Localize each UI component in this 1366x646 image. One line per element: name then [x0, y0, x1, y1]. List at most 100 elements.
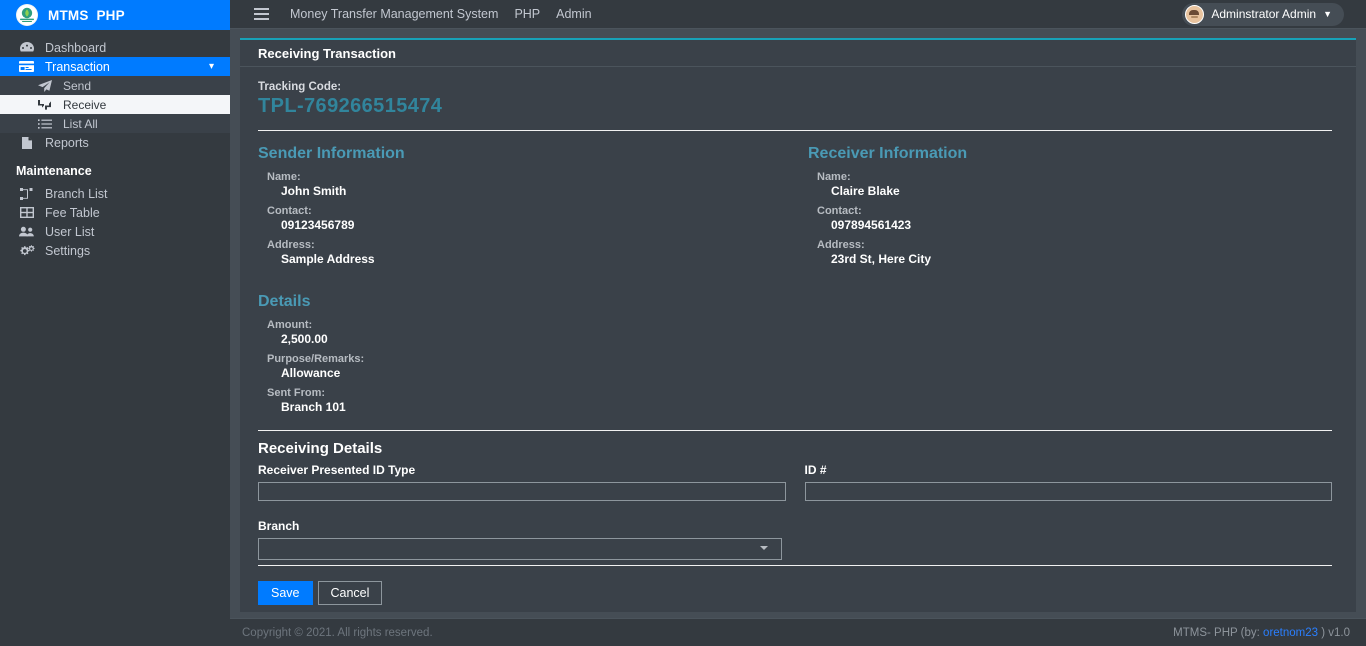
field-label: Sent From: [267, 387, 326, 399]
tracking-code-block: Tracking Code: TPL-769266515474 [258, 81, 1332, 118]
page-title: Receiving Transaction [258, 45, 396, 61]
id-type-group: Receiver Presented ID Type [258, 463, 786, 501]
form-actions: Save Cancel [258, 581, 383, 605]
sidebar-section-maintenance: Maintenance [16, 164, 92, 178]
field-label: Address: [817, 239, 865, 251]
details-section: Details Amount: 2,500.00 Purpose/Remarks… [258, 293, 795, 414]
sidebar-item-user-list[interactable]: User List [0, 222, 230, 241]
footer-copyright: Copyright © 2021. All rights reserved. [242, 626, 433, 639]
chevron-down-icon: ▾ [208, 60, 214, 72]
save-button[interactable]: Save [258, 581, 313, 605]
user-menu[interactable]: Adminstrator Admin ▼ [1182, 2, 1344, 26]
receiver-presented-id-type-input[interactable] [258, 482, 786, 501]
paper-plane-icon [36, 79, 53, 93]
parties-columns: Sender Information Name: John Smith Cont… [258, 145, 1332, 273]
receiver-address-field: Address: 23rd St, Here City [808, 239, 1332, 266]
footer-author-link[interactable]: oretnom23 [1263, 627, 1318, 639]
sidebar-item-fee-table[interactable]: Fee Table [0, 203, 230, 222]
field-value: Allowance [281, 366, 341, 380]
field-label: Purpose/Remarks: [267, 353, 365, 365]
list-ol-icon [36, 117, 53, 131]
sender-name-field: Name: John Smith [258, 171, 795, 198]
id-number-group: ID # [804, 463, 1332, 501]
sender-column: Sender Information Name: John Smith Cont… [258, 145, 795, 273]
hamburger-icon[interactable] [244, 0, 278, 28]
detail-sent-from-field: Sent From: Branch 101 [258, 387, 795, 414]
brand-title: MTMS PHP [48, 7, 125, 23]
field-value: Claire Blake [831, 184, 900, 198]
sidebar-item-reports[interactable]: Reports [0, 133, 230, 152]
sidebar-item-receive[interactable]: Receive [0, 95, 230, 114]
credit-card-icon [18, 60, 35, 74]
detail-amount-field: Amount: 2,500.00 [258, 319, 795, 346]
receiver-name-field: Name: Claire Blake [808, 171, 1332, 198]
sidebar-item-label: Receive [63, 97, 107, 112]
field-label: Amount: [267, 319, 313, 331]
tachometer-icon [18, 41, 35, 55]
tracking-code-label: Tracking Code: [258, 81, 342, 93]
sidebar-nav: Dashboard Transaction ▾ Send Receive Lis… [0, 30, 230, 260]
branch-select-wrap [258, 538, 782, 560]
page-footer: Copyright © 2021. All rights reserved. M… [230, 618, 1366, 646]
user-name: Adminstrator Admin [1211, 7, 1317, 21]
receiver-section-title: Receiver Information [808, 145, 968, 162]
form-row-branch: Branch [258, 519, 1332, 560]
field-label: Contact: [817, 205, 862, 217]
sidebar-item-list-all[interactable]: List All [0, 114, 230, 133]
sidebar-item-label: Settings [45, 243, 91, 258]
receiver-column: Receiver Information Name: Claire Blake … [795, 145, 1332, 273]
nav-link-php[interactable]: PHP [514, 7, 540, 21]
receiving-transaction-card: Receiving Transaction Tracking Code: TPL… [240, 38, 1356, 612]
form-section-title: Receiving Details [258, 440, 383, 457]
exchange-arrows-icon [36, 98, 53, 112]
branch-select[interactable] [258, 538, 782, 560]
sidebar-item-branch-list[interactable]: Branch List [0, 184, 230, 203]
divider-bottom [258, 565, 1332, 566]
sidebar-item-label: Dashboard [45, 40, 107, 55]
users-icon [18, 225, 35, 239]
id-number-input[interactable] [804, 482, 1332, 501]
field-value: 2,500.00 [281, 332, 328, 346]
id-type-label: Receiver Presented ID Type [258, 463, 416, 477]
cogs-icon [18, 244, 35, 258]
footer-credits: MTMS- PHP (by: oretnom23 ) v1.0 [1173, 627, 1350, 639]
field-value: 23rd St, Here City [831, 252, 932, 266]
branch-label: Branch [258, 519, 300, 533]
content-area: Receiving Transaction Tracking Code: TPL… [230, 29, 1366, 618]
navbar-links: Money Transfer Management System PHP Adm… [290, 7, 592, 21]
sidebar-item-dashboard[interactable]: Dashboard [0, 38, 230, 57]
field-value: Sample Address [281, 252, 375, 266]
cancel-button[interactable]: Cancel [317, 581, 383, 605]
field-label: Address: [267, 239, 315, 251]
field-value: Branch 101 [281, 400, 346, 414]
sender-contact-field: Contact: 09123456789 [258, 205, 795, 232]
avatar [1185, 4, 1205, 24]
field-label: Name: [267, 171, 301, 183]
footer-credit-suffix: ) v1.0 [1318, 626, 1350, 639]
branch-group: Branch [258, 519, 795, 560]
field-label: Contact: [267, 205, 312, 217]
sidebar-item-label: List All [63, 116, 98, 131]
sidebar-item-send[interactable]: Send [0, 76, 230, 95]
brand-header[interactable]: MTMS PHP [0, 0, 230, 30]
nav-link-admin[interactable]: Admin [556, 7, 591, 21]
tracking-code-value: TPL-769266515474 [258, 95, 443, 117]
table-icon [18, 206, 35, 220]
sender-address-field: Address: Sample Address [258, 239, 795, 266]
sidebar-item-label: User List [45, 224, 95, 239]
sidebar-item-transaction[interactable]: Transaction ▾ [0, 57, 230, 76]
receiving-details-form: Receiving Details Receiver Presented ID … [240, 440, 1356, 560]
sidebar-item-label: Fee Table [45, 205, 100, 220]
card-header: Receiving Transaction [240, 40, 1356, 67]
receiver-contact-field: Contact: 097894561423 [808, 205, 1332, 232]
sidebar: MTMS PHP Dashboard Transaction ▾ Send Re… [0, 0, 230, 646]
field-value: 097894561423 [831, 218, 912, 232]
sidebar-item-label: Transaction [45, 59, 110, 74]
sidebar-item-label: Branch List [45, 186, 108, 201]
top-navbar: Money Transfer Management System PHP Adm… [230, 0, 1366, 29]
sidebar-item-settings[interactable]: Settings [0, 241, 230, 260]
footer-credit-prefix: MTMS- PHP (by: [1173, 626, 1264, 639]
sidebar-item-label: Send [63, 78, 92, 93]
sender-section-title: Sender Information [258, 145, 405, 162]
nav-link-system[interactable]: Money Transfer Management System [290, 7, 498, 21]
